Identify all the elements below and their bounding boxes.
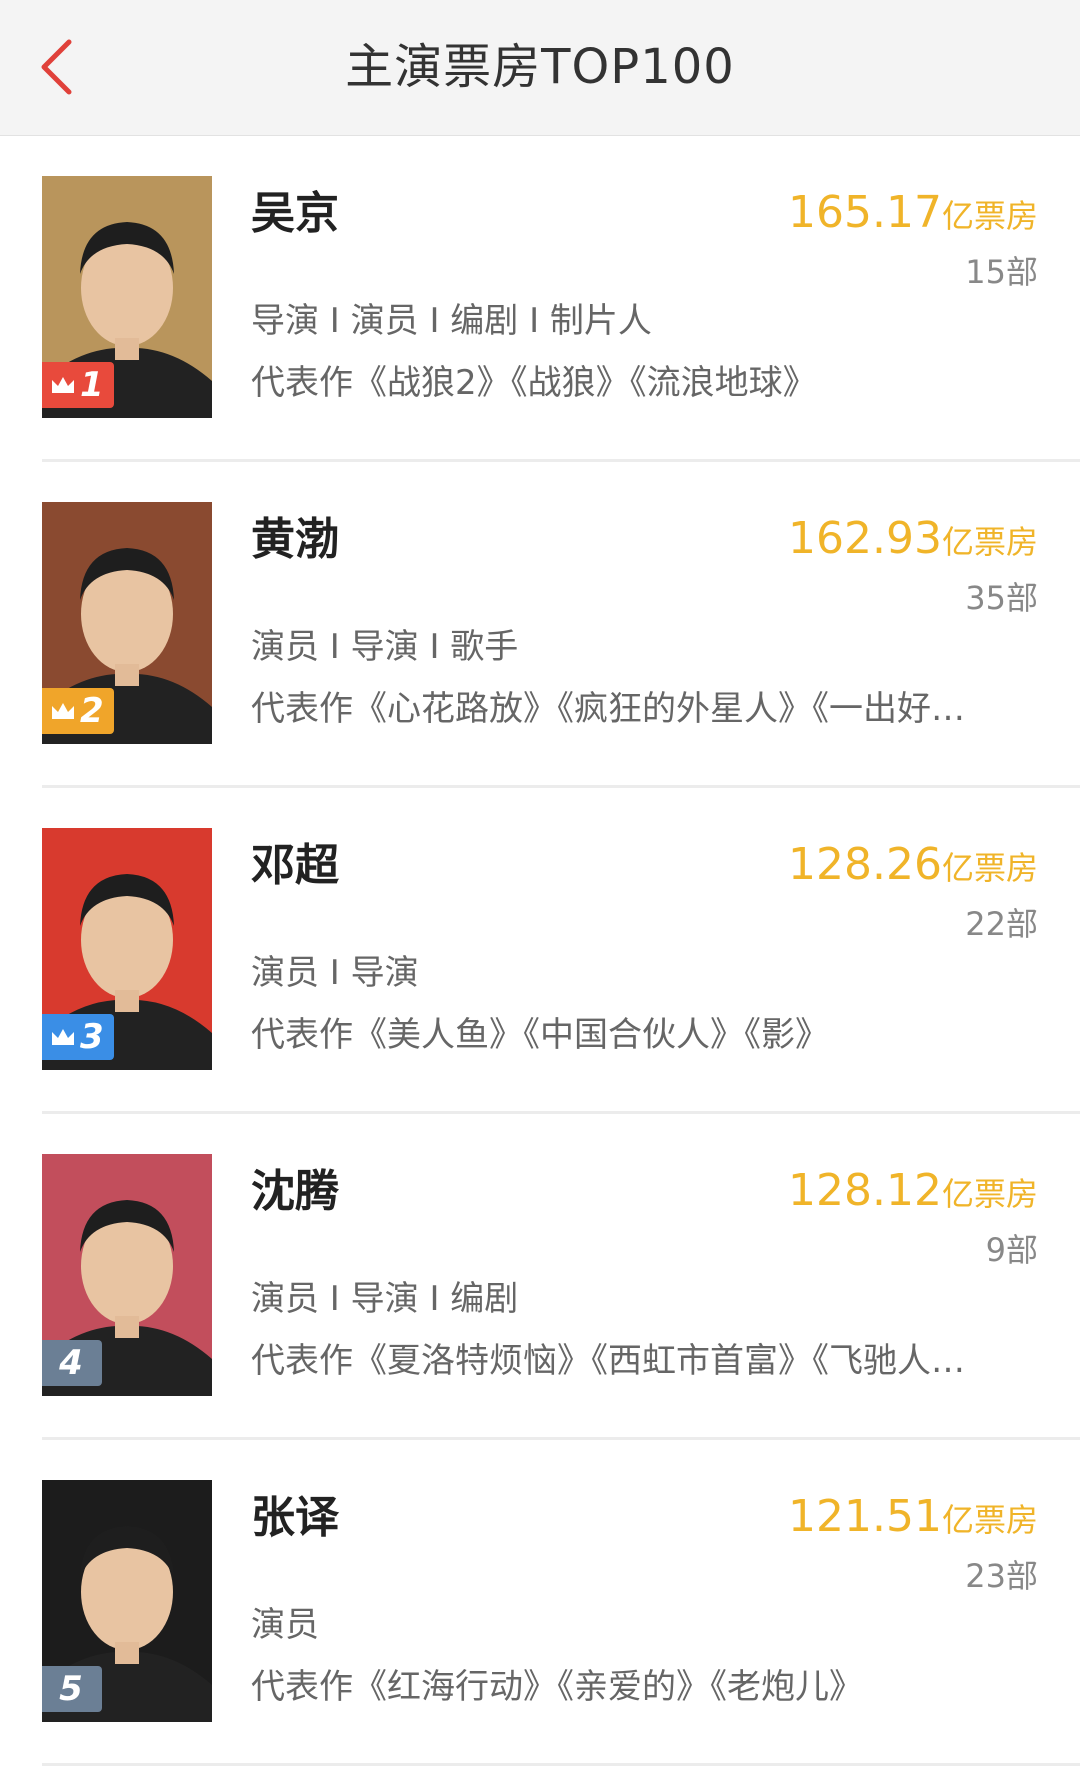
box-office-value: 162.93	[788, 513, 942, 564]
rank-number: 1	[80, 365, 104, 405]
box-office-unit: 亿票房	[941, 1501, 1038, 1539]
box-office: 165.17亿票房	[788, 180, 1038, 255]
top-bar: 主演票房TOP100	[0, 0, 1080, 136]
box-office-unit: 亿票房	[941, 197, 1038, 235]
crown-icon	[50, 1027, 76, 1047]
film-count: 23部	[965, 1557, 1038, 1595]
rank-number: 2	[80, 691, 104, 731]
actor-list-item[interactable]: 2 黄渤 162.93亿票房 35部 演员 I 导演 I 歌手 代表作《心花路放》《疯狂的…	[0, 462, 1080, 788]
box-office-value: 128.26	[788, 839, 942, 890]
actor-roles: 导演 I 演员 I 编剧 I 制片人	[251, 301, 652, 341]
rank-number: 3	[80, 1017, 104, 1057]
rank-badge: 4	[42, 1340, 102, 1386]
actor-list-item[interactable]: 4 沈腾 128.12亿票房 9部 演员 I 导演 I 编剧 代表作《夏洛特烦恼》《西虹市…	[0, 1114, 1080, 1440]
actor-photo: 1	[42, 176, 212, 418]
actor-roles: 演员	[251, 1605, 319, 1645]
rank-number: 5	[59, 1669, 83, 1709]
representative-works: 代表作《心花路放》《疯狂的外星人》《一出好…	[251, 689, 965, 729]
box-office-unit: 亿票房	[941, 523, 1038, 561]
actor-roles: 演员 I 导演 I 编剧	[251, 1279, 519, 1319]
actor-name: 邓超	[251, 840, 339, 891]
representative-works: 代表作《红海行动》《亲爱的》《老炮儿》	[251, 1667, 863, 1707]
rank-number: 4	[59, 1343, 83, 1383]
crown-icon	[50, 701, 76, 721]
rank-badge: 5	[42, 1666, 102, 1712]
box-office-unit: 亿票房	[941, 1175, 1038, 1213]
actor-name: 吴京	[251, 188, 339, 239]
box-office: 162.93亿票房	[788, 506, 1038, 581]
representative-works: 代表作《夏洛特烦恼》《西虹市首富》《飞驰人…	[251, 1341, 965, 1381]
rank-badge: 2	[42, 688, 114, 734]
box-office-value: 128.12	[788, 1165, 942, 1216]
actor-photo: 3	[42, 828, 212, 1070]
film-count: 22部	[965, 905, 1038, 943]
page-title: 主演票房TOP100	[345, 39, 735, 95]
box-office-value: 121.51	[788, 1491, 942, 1542]
film-count: 9部	[985, 1231, 1038, 1269]
actor-name: 张译	[251, 1492, 339, 1543]
actor-list-item[interactable]: 5 张译 121.51亿票房 23部 演员 代表作《红海行动》《亲爱的》《老炮儿》	[0, 1440, 1080, 1766]
box-office-value: 165.17	[788, 187, 942, 238]
actor-list-item[interactable]: 1 吴京 165.17亿票房 15部 导演 I 演员 I 编剧 I 制片人 代表作《战狼2…	[0, 136, 1080, 462]
representative-works: 代表作《美人鱼》《中国合伙人》《影》	[251, 1015, 829, 1055]
rank-badge: 3	[42, 1014, 114, 1060]
actor-roles: 演员 I 导演 I 歌手	[251, 627, 519, 667]
actor-list-item[interactable]: 3 邓超 128.26亿票房 22部 演员 I 导演 代表作《美人鱼》《中国合伙人》《影》	[0, 788, 1080, 1114]
box-office: 128.12亿票房	[788, 1158, 1038, 1233]
actor-photo: 5	[42, 1480, 212, 1722]
crown-icon	[50, 375, 76, 395]
rank-badge: 1	[42, 362, 114, 408]
actor-photo: 4	[42, 1154, 212, 1396]
film-count: 15部	[965, 253, 1038, 291]
box-office: 128.26亿票房	[788, 832, 1038, 907]
representative-works: 代表作《战狼2》《战狼》《流浪地球》	[251, 363, 817, 403]
actor-name: 沈腾	[251, 1166, 339, 1217]
actor-name: 黄渤	[251, 514, 339, 565]
actor-list: 1 吴京 165.17亿票房 15部 导演 I 演员 I 编剧 I 制片人 代表作《战狼2…	[0, 136, 1080, 1766]
film-count: 35部	[965, 579, 1038, 617]
box-office: 121.51亿票房	[788, 1484, 1038, 1559]
box-office-unit: 亿票房	[941, 849, 1038, 887]
actor-photo: 2	[42, 502, 212, 744]
actor-roles: 演员 I 导演	[251, 953, 419, 993]
